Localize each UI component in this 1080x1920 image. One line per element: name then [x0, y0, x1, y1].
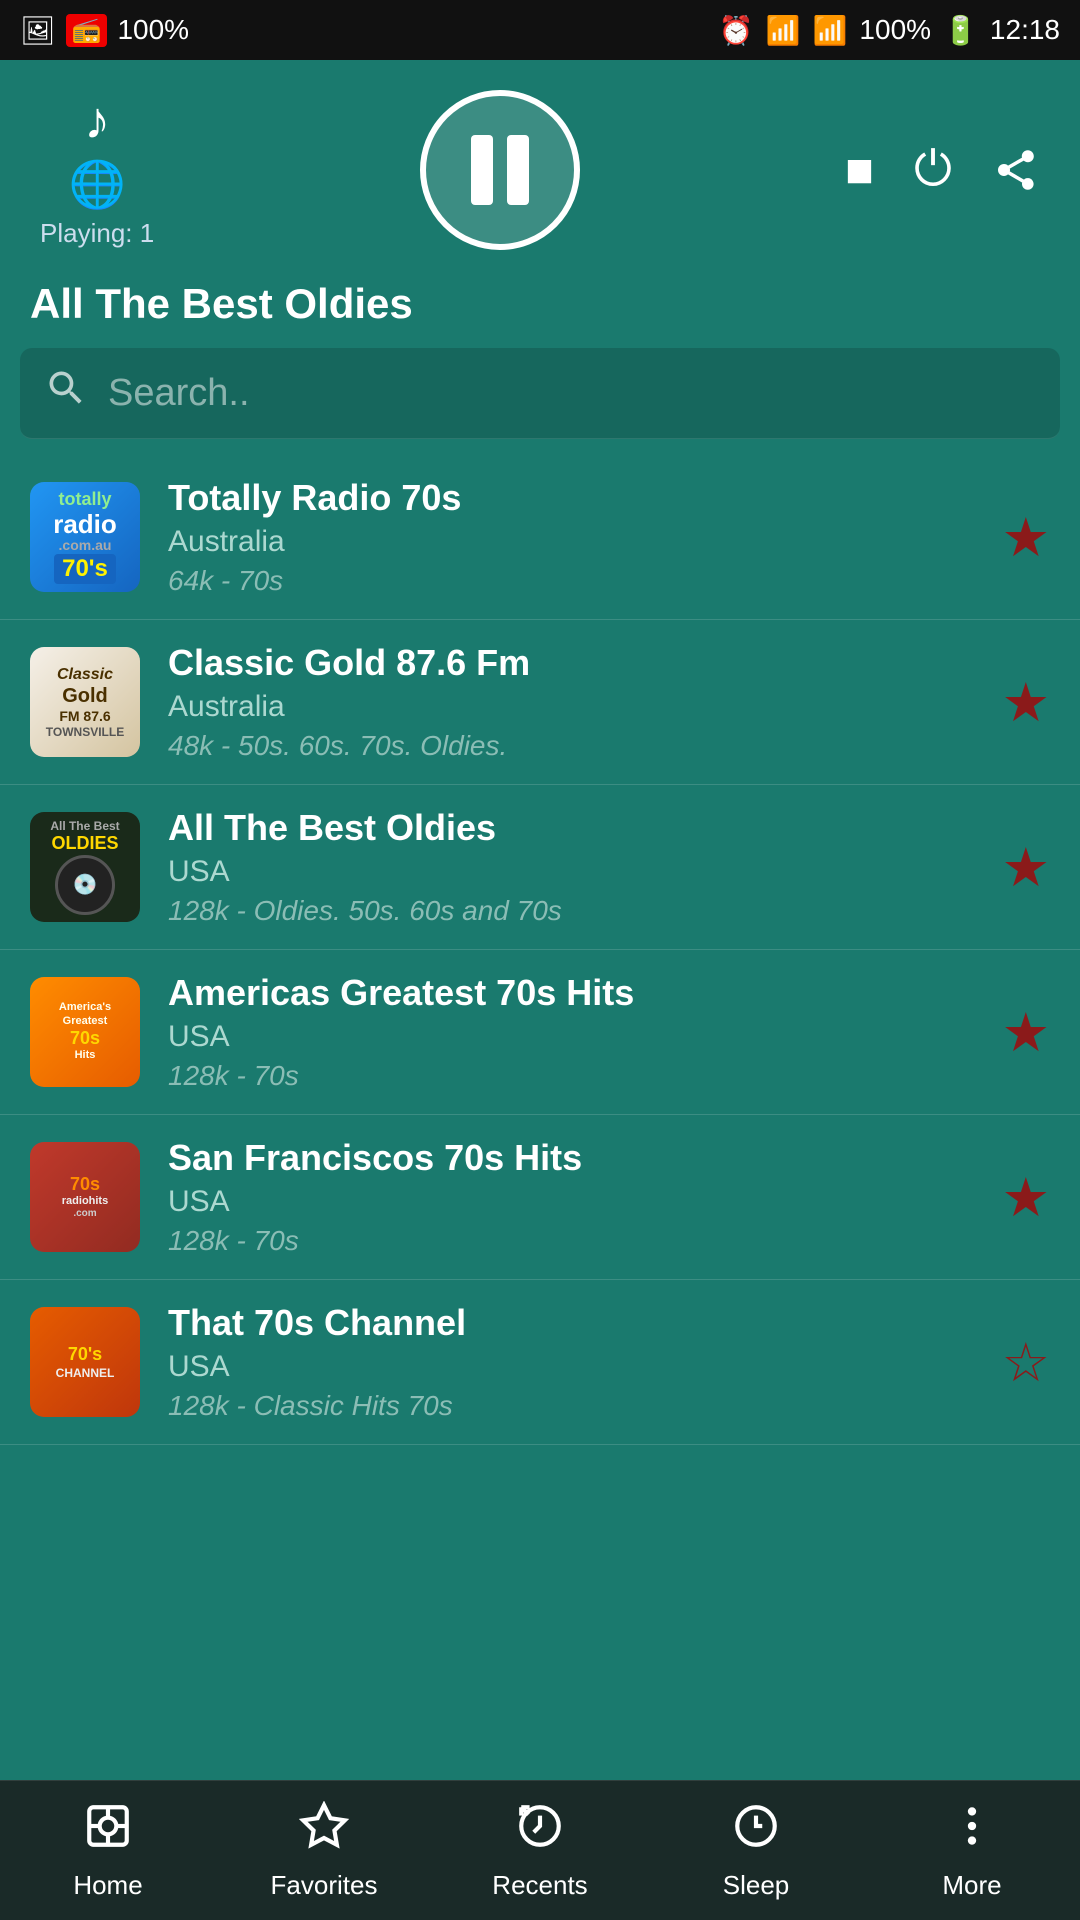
pause-icon — [471, 135, 529, 205]
list-item[interactable]: Classic Gold FM 87.6 TOWNSVILLE Classic … — [0, 620, 1080, 785]
station-logo: All The Best OLDIES 💿 — [30, 812, 140, 922]
wifi-icon: 📶 — [766, 14, 801, 47]
station-country: USA — [168, 1350, 986, 1384]
station-info: San Franciscos 70s Hits USA 128k - 70s — [168, 1137, 986, 1257]
station-info: Americas Greatest 70s Hits USA 128k - 70… — [168, 972, 986, 1092]
station-logo: Classic Gold FM 87.6 TOWNSVILLE — [30, 647, 140, 757]
time-display: 12:18 — [990, 14, 1060, 46]
battery-icon: 🔋 — [943, 14, 978, 47]
favorite-button[interactable]: ★ — [1002, 671, 1050, 734]
globe-button[interactable]: 🌐 — [68, 157, 125, 212]
status-left: 🖼 📻 100% — [20, 14, 189, 47]
battery-text: 100% — [859, 14, 931, 46]
station-info: Totally Radio 70s Australia 64k - 70s — [168, 477, 986, 597]
search-icon — [44, 366, 88, 420]
favorites-icon — [299, 1801, 349, 1862]
app-title: All The Best Oldies — [0, 270, 1080, 348]
station-info: That 70s Channel USA 128k - Classic Hits… — [168, 1302, 986, 1422]
list-item[interactable]: 70's CHANNEL That 70s Channel USA 128k -… — [0, 1280, 1080, 1445]
music-icon-button[interactable]: ♪ — [84, 91, 110, 151]
station-country: USA — [168, 855, 986, 889]
station-country: USA — [168, 1020, 986, 1054]
favorite-button[interactable]: ★ — [1002, 506, 1050, 569]
controls-right: ■ ⏻ — [845, 142, 1040, 198]
stop-button[interactable]: ■ — [845, 143, 874, 198]
list-item[interactable]: All The Best OLDIES 💿 All The Best Oldie… — [0, 785, 1080, 950]
station-meta: 128k - 70s — [168, 1060, 986, 1092]
search-bar[interactable] — [20, 348, 1060, 439]
station-country: Australia — [168, 525, 986, 559]
photo-icon: 🖼 — [20, 14, 56, 47]
station-info: Classic Gold 87.6 Fm Australia 48k - 50s… — [168, 642, 986, 762]
station-meta: 128k - Classic Hits 70s — [168, 1390, 986, 1422]
station-country: Australia — [168, 690, 986, 724]
station-logo: America's Greatest 70s Hits — [30, 977, 140, 1087]
station-meta: 48k - 50s. 60s. 70s. Oldies. — [168, 730, 986, 762]
station-name: Classic Gold 87.6 Fm — [168, 642, 986, 684]
list-item[interactable]: 70s radiohits .com San Franciscos 70s Hi… — [0, 1115, 1080, 1280]
nav-sleep-label: Sleep — [723, 1870, 790, 1901]
music-section: ♪ 🌐 Playing: 1 — [40, 91, 154, 249]
favorite-button[interactable]: ★ — [1002, 1001, 1050, 1064]
nav-recents-label: Recents — [492, 1870, 587, 1901]
favorite-button-outline[interactable]: ☆ — [1002, 1331, 1050, 1394]
pause-button[interactable] — [420, 90, 580, 250]
favorite-button[interactable]: ★ — [1002, 1166, 1050, 1229]
status-bar: 🖼 📻 100% ⏰ 📶 📶 100% 🔋 12:18 — [0, 0, 1080, 60]
home-icon — [83, 1801, 133, 1862]
player-header: ♪ 🌐 Playing: 1 ■ ⏻ — [0, 60, 1080, 270]
status-right: ⏰ 📶 📶 100% 🔋 12:18 — [719, 14, 1060, 47]
station-meta: 64k - 70s — [168, 565, 986, 597]
signal-icon: 📶 — [813, 14, 848, 47]
alarm-icon: ⏰ — [719, 14, 754, 47]
station-logo: 70s radiohits .com — [30, 1142, 140, 1252]
list-item[interactable]: America's Greatest 70s Hits Americas Gre… — [0, 950, 1080, 1115]
nav-favorites-label: Favorites — [271, 1870, 378, 1901]
station-info: All The Best Oldies USA 128k - Oldies. 5… — [168, 807, 986, 927]
station-meta: 128k - 70s — [168, 1225, 986, 1257]
nav-recents[interactable]: Recents — [432, 1801, 648, 1901]
station-name: All The Best Oldies — [168, 807, 986, 849]
station-list: totally radio .com.au 70's Totally Radio… — [0, 455, 1080, 1775]
station-name: Americas Greatest 70s Hits — [168, 972, 986, 1014]
station-country: USA — [168, 1185, 986, 1219]
more-icon — [947, 1801, 997, 1862]
nav-favorites[interactable]: Favorites — [216, 1801, 432, 1901]
share-button[interactable] — [992, 146, 1040, 194]
nav-home-label: Home — [73, 1870, 142, 1901]
list-item[interactable]: totally radio .com.au 70's Totally Radio… — [0, 455, 1080, 620]
power-button[interactable]: ⏻ — [914, 142, 952, 198]
station-name: That 70s Channel — [168, 1302, 986, 1344]
notification-count: 100% — [117, 14, 189, 46]
station-logo: totally radio .com.au 70's — [30, 482, 140, 592]
station-name: San Franciscos 70s Hits — [168, 1137, 986, 1179]
search-input[interactable] — [108, 372, 1036, 415]
station-meta: 128k - Oldies. 50s. 60s and 70s — [168, 895, 986, 927]
station-logo: 70's CHANNEL — [30, 1307, 140, 1417]
favorite-button[interactable]: ★ — [1002, 836, 1050, 899]
bottom-nav: Home Favorites Recents — [0, 1780, 1080, 1920]
nav-more[interactable]: More — [864, 1801, 1080, 1901]
nav-more-label: More — [942, 1870, 1001, 1901]
nav-sleep[interactable]: Sleep — [648, 1801, 864, 1901]
playing-label: Playing: 1 — [40, 218, 154, 249]
station-name: Totally Radio 70s — [168, 477, 986, 519]
sleep-icon — [731, 1801, 781, 1862]
recents-icon — [515, 1801, 565, 1862]
radio-icon: 📻 — [66, 14, 108, 47]
nav-home[interactable]: Home — [0, 1801, 216, 1901]
